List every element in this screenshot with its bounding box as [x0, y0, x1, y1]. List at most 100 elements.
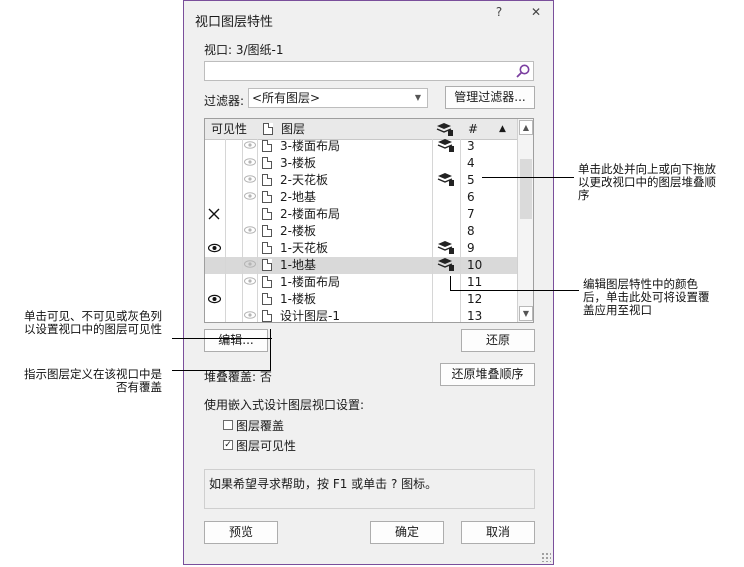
preview-button[interactable]: 预览	[204, 521, 278, 544]
edit-note-line-vertical	[450, 276, 451, 291]
gray-eye-icon[interactable]	[242, 138, 257, 155]
invisible-x-icon[interactable]	[208, 208, 220, 225]
grid-divider	[432, 139, 433, 322]
restore-stack-order-button[interactable]: 还原堆叠顺序	[440, 363, 535, 386]
manage-filters-button[interactable]: 管理过滤器...	[445, 86, 535, 109]
layer-row[interactable]: 1-地基 10	[205, 257, 517, 274]
stack-overlay-icon	[437, 138, 455, 155]
grid-divider	[257, 139, 258, 322]
gray-eye-icon[interactable]	[242, 308, 257, 322]
layer-row[interactable]: 2-楼面布局 7	[205, 206, 517, 223]
layer-name: 1-地基	[280, 258, 316, 272]
close-button[interactable]: ✕	[526, 5, 546, 23]
layer-row[interactable]: 2-地基 6	[205, 189, 517, 206]
layer-name: 1-天花板	[280, 241, 328, 255]
layer-name: 1-楼板	[280, 292, 316, 306]
layer-row[interactable]: 1-楼板 12	[205, 291, 517, 308]
visibility-note-line	[172, 338, 272, 339]
gray-eye-icon[interactable]	[242, 257, 257, 274]
search-input[interactable]	[204, 61, 534, 81]
layer-visibility-checkbox[interactable]: ✓	[223, 440, 233, 450]
gray-eye-icon[interactable]	[242, 223, 257, 240]
layer-number: 5	[467, 173, 475, 187]
layer-row[interactable]: 1-天花板 9	[205, 240, 517, 257]
override-note-line	[172, 370, 270, 371]
layer-overlay-checkbox[interactable]	[223, 420, 233, 430]
vertical-scrollbar[interactable]: ▲ ▼	[517, 119, 533, 322]
grid-divider	[460, 139, 461, 322]
visibility-cell[interactable]	[209, 308, 223, 322]
stack-overlay-icon	[437, 172, 455, 189]
visibility-cell[interactable]	[209, 257, 223, 274]
sheet-layer-icon	[262, 140, 272, 152]
layer-name: 2-楼面布局	[280, 207, 340, 221]
dialog-title: 视口图层特性	[195, 15, 274, 30]
layer-number: 4	[467, 156, 475, 170]
layer-row[interactable]: 2-楼板 8	[205, 223, 517, 240]
gray-eye-icon[interactable]	[242, 189, 257, 206]
scroll-thumb[interactable]	[520, 159, 532, 219]
visibility-cell[interactable]	[209, 172, 223, 189]
embedded-settings-label: 使用嵌入式设计图层视口设置:	[204, 398, 365, 412]
grid-divider	[242, 139, 243, 322]
grid-divider	[225, 139, 226, 322]
stack-icon	[436, 123, 453, 136]
gray-visibility-cell[interactable]	[242, 206, 257, 223]
visible-eye-icon[interactable]	[207, 292, 222, 309]
gray-eye-icon[interactable]	[242, 155, 257, 172]
sort-up-icon[interactable]: ▲	[499, 121, 506, 138]
layer-name: 设计图层-1	[280, 309, 340, 323]
layer-number: 12	[467, 292, 483, 306]
layer-visibility-label: 图层可见性	[236, 439, 297, 453]
stack-overlay-icon	[437, 240, 455, 257]
layer-row[interactable]: 3-楼面布局 3	[205, 138, 517, 155]
layer-number: 13	[467, 309, 483, 323]
edit-button[interactable]: 编辑...	[204, 329, 268, 352]
drag-order-note: 单击此处并向上或向下拖放 以更改视口中的图层堆叠顺 序	[578, 162, 716, 202]
sheet-layer-icon	[262, 293, 272, 305]
layer-row[interactable]: 3-楼板 4	[205, 155, 517, 172]
layer-number: 7	[467, 207, 475, 221]
visible-eye-icon[interactable]	[207, 241, 222, 258]
visibility-cell[interactable]	[209, 138, 223, 155]
help-text-box: 如果希望寻求帮助，按 F1 或单击 ? 图标。	[204, 469, 535, 509]
filter-label: 过滤器:	[204, 94, 245, 108]
scroll-down-icon[interactable]: ▼	[519, 306, 533, 321]
restore-button[interactable]: 还原	[461, 329, 535, 352]
layer-row[interactable]: 1-楼面布局 11	[205, 274, 517, 291]
search-icon[interactable]	[515, 63, 531, 79]
layer-row[interactable]: 设计图层-1 13	[205, 308, 517, 323]
resize-grip[interactable]	[541, 552, 551, 562]
col-layer-header[interactable]: 图层	[281, 121, 305, 138]
layer-number: 8	[467, 224, 475, 238]
help-button[interactable]: ?	[489, 5, 509, 23]
sheet-layer-icon	[262, 225, 272, 237]
layer-number: 10	[467, 258, 483, 272]
layer-number: 9	[467, 241, 475, 255]
scroll-up-icon[interactable]: ▲	[519, 120, 533, 135]
visibility-cell[interactable]	[209, 155, 223, 172]
layer-row[interactable]: 2-天花板 5	[205, 172, 517, 189]
sheet-layer-icon	[262, 157, 272, 169]
override-note: 指示图层定义在该视口中是 否有覆盖	[24, 367, 162, 394]
stack-overlay-icon	[437, 257, 455, 274]
visibility-cell[interactable]	[209, 189, 223, 206]
grid-header: 可见性 图层 # ▲	[205, 119, 517, 140]
col-number-header[interactable]: #	[468, 121, 478, 138]
gray-eye-icon[interactable]	[242, 172, 257, 189]
layer-number: 6	[467, 190, 475, 204]
drag-note-line	[482, 177, 574, 178]
cancel-button[interactable]: 取消	[461, 521, 535, 544]
visibility-cell[interactable]	[209, 274, 223, 291]
filter-value: <所有图层>	[252, 91, 321, 105]
gray-eye-icon[interactable]	[242, 274, 257, 291]
filter-select[interactable]: <所有图层> ▼	[248, 88, 428, 108]
ok-button[interactable]: 确定	[370, 521, 444, 544]
col-visibility-header[interactable]: 可见性	[211, 121, 247, 138]
layer-name: 3-楼板	[280, 156, 316, 170]
gray-visibility-cell[interactable]	[242, 240, 257, 257]
gray-visibility-cell[interactable]	[242, 291, 257, 308]
edit-note-line	[450, 290, 579, 291]
visibility-cell[interactable]	[209, 223, 223, 240]
override-note-line-vertical	[270, 329, 271, 371]
